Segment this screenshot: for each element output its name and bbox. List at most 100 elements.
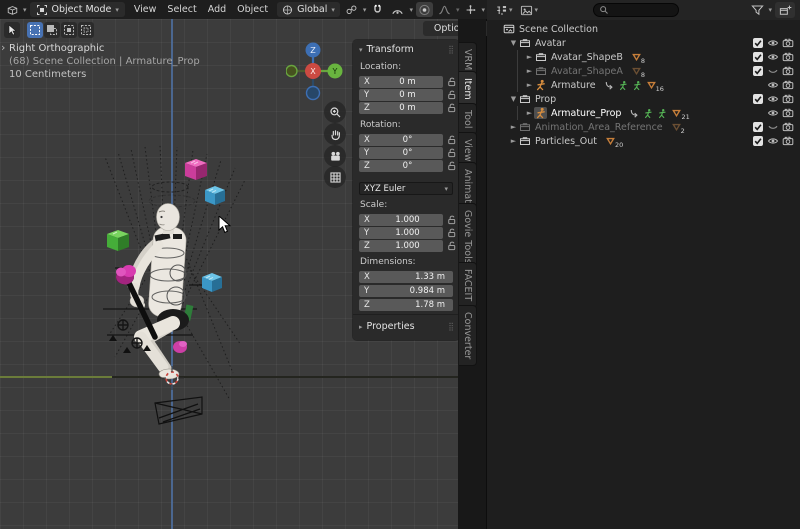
expand-toggle[interactable]: ► <box>525 53 534 61</box>
collection-icon[interactable] <box>518 121 531 133</box>
expand-toggle[interactable]: ► <box>525 81 534 89</box>
scene-icon[interactable] <box>502 23 515 35</box>
collection-icon[interactable] <box>518 93 531 105</box>
lock-icon[interactable] <box>446 134 458 146</box>
tab-item[interactable]: Item <box>459 71 477 107</box>
filter-funnel-icon[interactable] <box>749 3 765 18</box>
render-visibility-icon[interactable] <box>782 65 794 77</box>
viewport-visibility-icon[interactable] <box>767 107 779 119</box>
snap-target-icon[interactable] <box>389 2 406 17</box>
viewport-visibility-icon[interactable] <box>767 79 779 91</box>
menu-object[interactable]: Object <box>236 2 269 17</box>
expand-toggle[interactable]: ► <box>509 123 518 131</box>
dimension-y-field[interactable]: Y0.984 m <box>359 285 453 297</box>
tweak-tool-icon[interactable] <box>4 22 20 38</box>
scale-y-field[interactable]: Y1.000 <box>359 227 443 239</box>
cube-blue-upper[interactable] <box>205 186 225 205</box>
rotation-y-field[interactable]: Y0° <box>359 147 443 159</box>
outliner-search[interactable] <box>593 3 679 17</box>
expand-toggle[interactable]: ▼ <box>509 39 518 47</box>
wedge-wireframe[interactable] <box>155 397 202 424</box>
mannequin[interactable] <box>130 204 193 380</box>
lock-icon[interactable] <box>446 89 458 101</box>
mode-selector[interactable]: Object Mode ▾ <box>30 2 125 17</box>
location-y-field[interactable]: Y0 m <box>359 89 443 101</box>
panel-grip[interactable]: ⣿ <box>448 45 453 54</box>
editor-type-chevron[interactable]: ▾ <box>23 6 27 14</box>
lock-icon[interactable] <box>446 147 458 159</box>
filter-chevron[interactable]: ▾ <box>768 6 772 14</box>
gizmo-minus-z-ball[interactable] <box>307 87 320 100</box>
viewport-visibility-icon[interactable] <box>767 65 779 77</box>
scale-z-field[interactable]: Z1.000 <box>359 240 443 252</box>
expand-toggle[interactable]: ► <box>509 137 518 145</box>
expand-toggle[interactable]: ▼ <box>509 95 518 103</box>
outliner-editor-chevron[interactable]: ▾ <box>509 6 513 14</box>
armature-icon[interactable] <box>534 107 547 119</box>
select-invert-tool-icon[interactable] <box>78 22 94 38</box>
select-box-tool-icon[interactable] <box>27 22 43 38</box>
toolbar-expander[interactable]: › <box>1 41 5 54</box>
gizmo-chevron[interactable]: ▾ <box>481 6 485 14</box>
gizmo-minus-y-ball[interactable] <box>286 66 297 77</box>
menu-view[interactable]: View <box>133 2 158 17</box>
lock-icon[interactable] <box>446 102 458 114</box>
render-visibility-icon[interactable] <box>782 135 794 147</box>
viewport-3d[interactable]: ▾ Object Mode ▾ View Select Add Object Glob… <box>0 0 487 529</box>
outliner-editor-icon[interactable] <box>493 3 509 18</box>
render-visibility-icon[interactable] <box>782 79 794 91</box>
checkbox[interactable] <box>752 121 764 133</box>
menu-select[interactable]: Select <box>166 2 197 17</box>
lock-icon[interactable] <box>446 76 458 88</box>
lock-icon[interactable] <box>446 214 458 226</box>
transform-panel-header[interactable]: ▾ Transform ⣿ <box>359 44 453 55</box>
display-mode-icon[interactable] <box>519 3 535 18</box>
tab-tool[interactable]: Tool <box>459 103 477 135</box>
pivot-chevron[interactable]: ▾ <box>363 6 367 14</box>
checkbox[interactable] <box>752 37 764 49</box>
outliner-row-armature-prop[interactable]: ►Armature_Prop21 <box>487 106 800 120</box>
pan-hand-icon[interactable] <box>324 123 346 145</box>
render-visibility-icon[interactable] <box>782 51 794 63</box>
render-visibility-icon[interactable] <box>782 107 794 119</box>
checkbox[interactable] <box>752 93 764 105</box>
checkbox[interactable] <box>752 51 764 63</box>
rotation-mode-dropdown[interactable]: XYZ Euler ▾ <box>359 182 453 195</box>
cube-pink-top[interactable] <box>185 159 207 180</box>
cube-blue-lower[interactable] <box>202 273 222 292</box>
expand-toggle[interactable]: ► <box>525 109 534 117</box>
viewport-visibility-icon[interactable] <box>767 93 779 105</box>
viewport-visibility-icon[interactable] <box>767 135 779 147</box>
viewport-visibility-icon[interactable] <box>767 37 779 49</box>
search-input[interactable] <box>609 5 678 15</box>
pivot-point-icon[interactable] <box>343 2 360 17</box>
dimension-x-field[interactable]: X1.33 m <box>359 271 453 283</box>
scale-x-field[interactable]: X1.000 <box>359 214 443 226</box>
navigation-gizmo[interactable]: Z Y X <box>286 40 350 106</box>
render-visibility-icon[interactable] <box>782 93 794 105</box>
outliner-row-armature[interactable]: ►Armature16 <box>487 78 800 92</box>
panel-grip[interactable]: ⣿ <box>448 322 453 331</box>
falloff-chevron[interactable]: ▾ <box>456 6 460 14</box>
falloff-curve-icon[interactable] <box>436 2 453 17</box>
dimension-z-field[interactable]: Z1.78 m <box>359 299 453 311</box>
orientation-selector[interactable]: Global ▾ <box>277 2 340 17</box>
lock-icon[interactable] <box>446 160 458 172</box>
render-visibility-icon[interactable] <box>782 37 794 49</box>
location-x-field[interactable]: X0 m <box>359 76 443 88</box>
collection-icon[interactable] <box>534 51 547 63</box>
editor-type-icon[interactable] <box>4 2 20 17</box>
snap-chevron[interactable]: ▾ <box>409 6 413 14</box>
render-visibility-icon[interactable] <box>782 121 794 133</box>
tab-converter[interactable]: Converter <box>459 305 477 366</box>
lock-icon[interactable] <box>446 240 458 252</box>
rotation-z-field[interactable]: Z0° <box>359 160 443 172</box>
camera-view-icon[interactable] <box>324 145 346 167</box>
rotation-x-field[interactable]: X0° <box>359 134 443 146</box>
tab-govie-tools[interactable]: Govie Tools <box>459 203 477 271</box>
outliner-row-scene-collection[interactable]: Scene Collection <box>487 22 800 36</box>
viewport-visibility-icon[interactable] <box>767 51 779 63</box>
proportional-editing-icon[interactable] <box>416 2 433 17</box>
menu-add[interactable]: Add <box>207 2 227 17</box>
tab-faceit[interactable]: FACEIT <box>459 262 477 308</box>
